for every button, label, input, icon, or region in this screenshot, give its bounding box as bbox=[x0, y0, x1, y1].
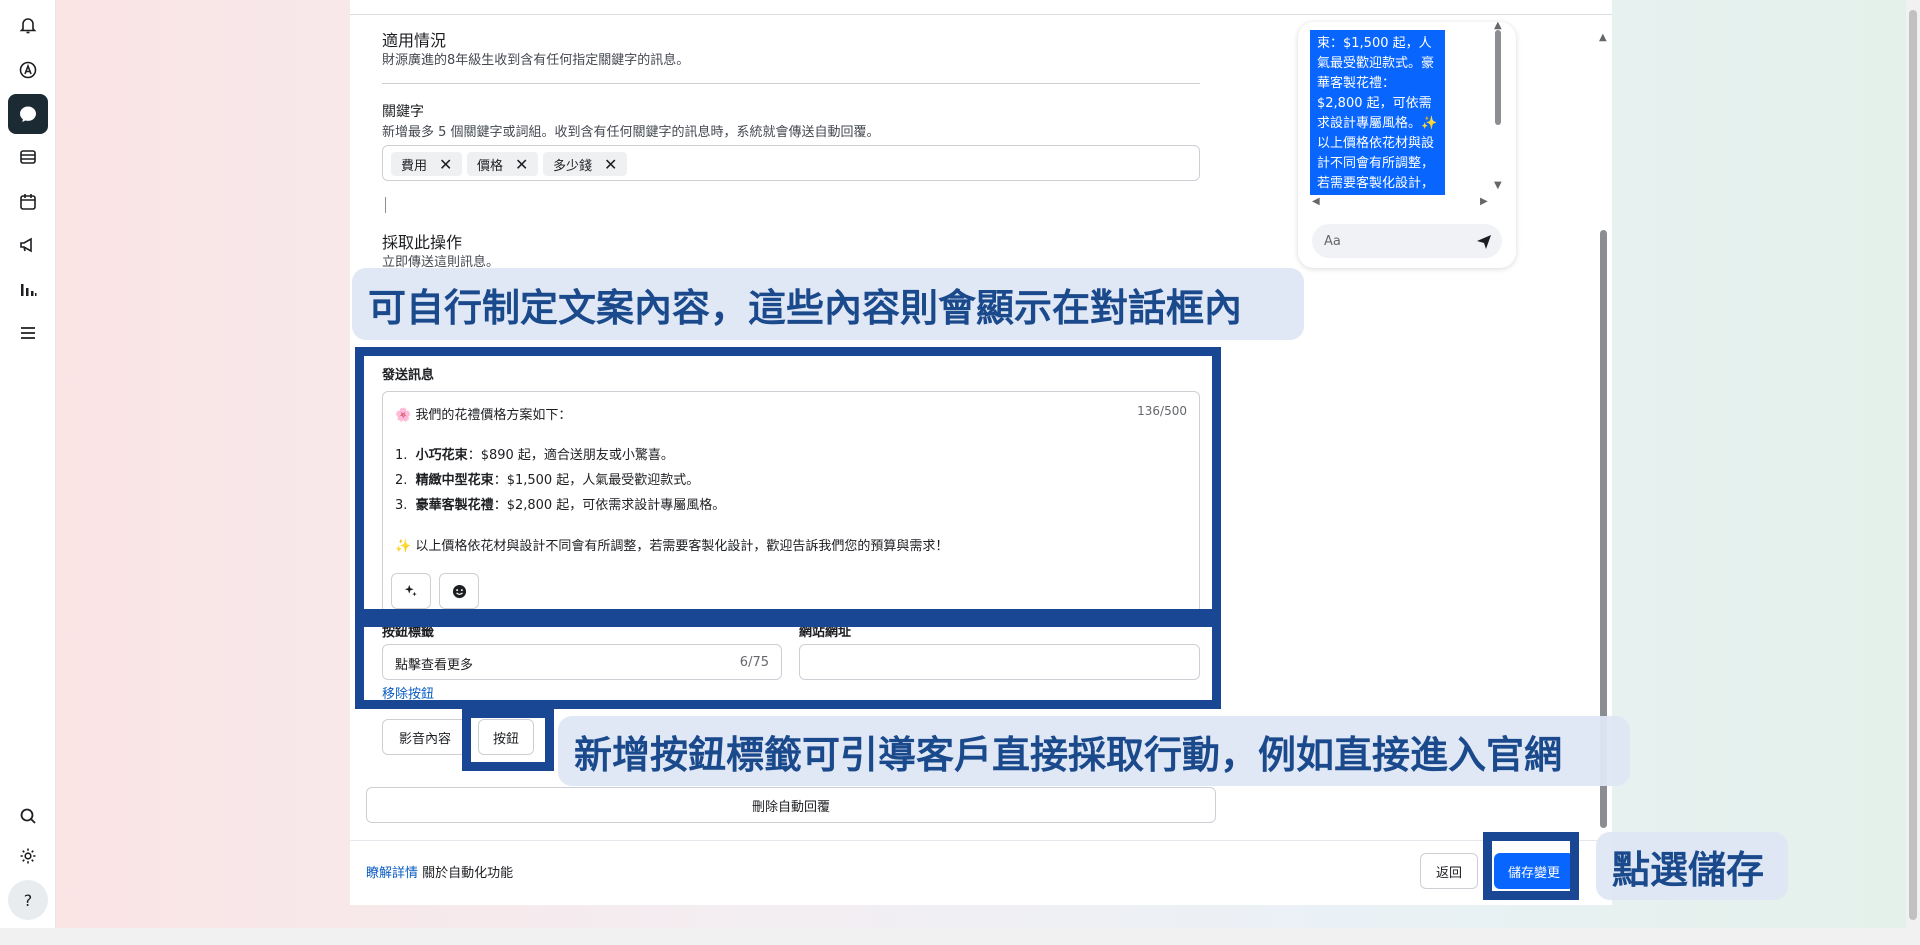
search-icon[interactable] bbox=[8, 796, 48, 836]
keyword-chip: 費用 ✕ bbox=[391, 152, 463, 176]
window-scrollbar-thumb[interactable] bbox=[1909, 10, 1917, 920]
left-nav-rail: ? bbox=[0, 0, 56, 945]
remove-keyword-icon[interactable]: ✕ bbox=[515, 155, 528, 174]
keyword-chip: 價格 ✕ bbox=[467, 152, 539, 176]
horizontal-scrollbar[interactable] bbox=[0, 928, 1920, 945]
preview-scroll-left-icon[interactable]: ◀ bbox=[1312, 196, 1320, 207]
meta-business-icon[interactable] bbox=[8, 50, 48, 90]
annotation-frame-button bbox=[462, 709, 554, 771]
insights-chart-icon[interactable] bbox=[8, 270, 48, 310]
keywords-desc: 新增最多 5 個關鍵字或詞組。收到含有任何關鍵字的訊息時，系統就會傳送自動回覆。 bbox=[382, 125, 880, 140]
applicability-desc: 財源廣進的8年級生收到含有任何指定關鍵字的訊息。 bbox=[382, 53, 690, 68]
keyword-chip-label: 費用 bbox=[401, 158, 428, 174]
keyword-chip-label: 價格 bbox=[477, 158, 504, 174]
menu-icon[interactable] bbox=[8, 313, 48, 353]
about-automation-text: 關於自動化功能 bbox=[422, 866, 514, 881]
send-icon[interactable] bbox=[1476, 233, 1492, 249]
annotation-frame-message bbox=[355, 347, 1221, 618]
trigger-section: 適用情況 財源廣進的8年級生收到含有任何指定關鍵字的訊息。 關鍵字 新增最多 5… bbox=[366, 25, 1234, 197]
preview-scroll-right-icon[interactable]: ▶ bbox=[1480, 196, 1488, 207]
back-button[interactable]: 返回 bbox=[1420, 853, 1478, 889]
keywords-input[interactable]: 費用 ✕ 價格 ✕ 多少錢 ✕ bbox=[382, 145, 1200, 181]
remove-keyword-icon[interactable]: ✕ bbox=[604, 155, 617, 174]
preview-scroll-up-icon[interactable]: ▲ bbox=[1494, 22, 1502, 31]
annotation-callout-save: 點選儲存 bbox=[1596, 832, 1788, 900]
help-icon[interactable]: ? bbox=[8, 880, 48, 920]
delete-auto-reply-button[interactable]: 刪除自動回覆 bbox=[366, 787, 1216, 823]
inbox-chat-icon[interactable] bbox=[8, 94, 48, 134]
footer-learn-more: 瞭解詳情 關於自動化功能 bbox=[366, 862, 513, 881]
annotation-callout-message: 可自行制定文案內容，這些內容則會顯示在對話框內 bbox=[352, 268, 1304, 340]
ads-megaphone-icon[interactable] bbox=[8, 225, 48, 265]
section-divider bbox=[382, 83, 1200, 84]
content-library-icon[interactable] bbox=[8, 137, 48, 177]
notifications-icon[interactable] bbox=[8, 5, 48, 45]
action-title: 採取此操作 bbox=[382, 233, 463, 252]
annotation-frame-button-fields bbox=[355, 618, 1221, 709]
preview-message-bubble: 束：$1,500 起，人氣最受歡迎款式。豪華客製花禮：$2,800 起，可依需求… bbox=[1310, 30, 1445, 195]
applicability-title: 適用情況 bbox=[382, 31, 447, 50]
learn-more-link[interactable]: 瞭解詳情 bbox=[366, 866, 418, 881]
trigger-inner: 適用情況 財源廣進的8年級生收到含有任何指定關鍵字的訊息。 關鍵字 新增最多 5… bbox=[366, 25, 1234, 197]
scroll-up-icon[interactable]: ▲ bbox=[1599, 32, 1607, 43]
calendar-icon[interactable] bbox=[8, 182, 48, 222]
preview-compose-input[interactable]: Aa bbox=[1312, 224, 1502, 258]
flow-connector bbox=[385, 197, 386, 213]
settings-gear-icon[interactable] bbox=[8, 836, 48, 876]
compose-placeholder: Aa bbox=[1324, 233, 1341, 249]
keyword-chip: 多少錢 ✕ bbox=[543, 152, 628, 176]
message-preview: 束：$1,500 起，人氣最受歡迎款式。豪華客製花禮：$2,800 起，可依需求… bbox=[1298, 22, 1516, 268]
remove-keyword-icon[interactable]: ✕ bbox=[439, 155, 452, 174]
preview-scroll-down-icon[interactable]: ▼ bbox=[1494, 180, 1502, 191]
top-divider bbox=[350, 14, 1612, 15]
keywords-title: 關鍵字 bbox=[382, 104, 424, 120]
keyword-chip-label: 多少錢 bbox=[553, 158, 593, 174]
media-content-button[interactable]: 影音內容 bbox=[382, 719, 468, 755]
annotation-callout-button: 新增按鈕標籤可引導客戶直接採取行動，例如直接進入官網 bbox=[558, 716, 1630, 786]
annotation-frame-save bbox=[1483, 832, 1579, 900]
footer-divider bbox=[350, 840, 1612, 841]
window-scrollbar[interactable] bbox=[1906, 0, 1920, 945]
preview-scrollbar[interactable] bbox=[1495, 30, 1501, 125]
